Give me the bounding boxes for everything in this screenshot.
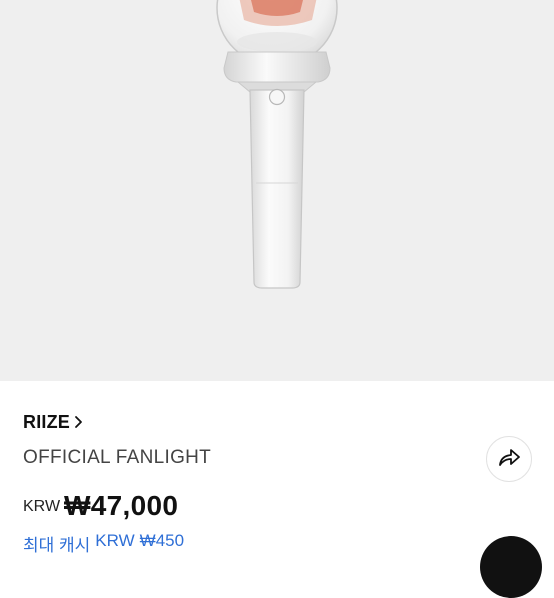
share-icon	[497, 446, 521, 473]
fanlight-handle	[249, 88, 305, 289]
product-title: OFFICIAL FANLIGHT	[23, 447, 212, 468]
brand-name: RIIZE	[23, 411, 71, 432]
fanlight-illustration	[216, 0, 338, 289]
price-value: ₩47,000	[64, 490, 179, 521]
cashback-currency: KRW	[95, 531, 135, 550]
cashback-amount: ₩450	[139, 531, 185, 550]
cashback-label: 최대 캐시	[23, 536, 91, 555]
fanlight-collar	[223, 51, 331, 93]
price-currency: KRW	[23, 498, 61, 515]
product-image[interactable]	[0, 0, 554, 381]
cashback-info: 최대 캐시 KRW ₩450	[23, 531, 184, 556]
share-button[interactable]	[486, 436, 532, 482]
floating-action-button[interactable]	[480, 536, 542, 598]
power-button-icon	[268, 88, 286, 106]
brand-link[interactable]: RIIZE	[23, 410, 85, 434]
chevron-right-icon	[73, 415, 85, 429]
price-row: KRW ₩47,000	[23, 490, 178, 522]
